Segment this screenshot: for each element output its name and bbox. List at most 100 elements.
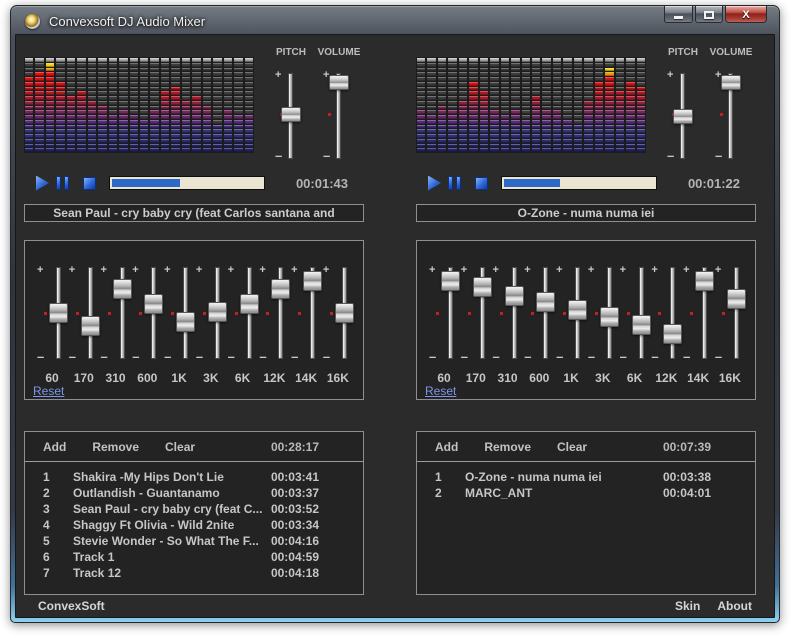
play-icon[interactable] bbox=[36, 176, 49, 191]
eq-reset-link[interactable]: Reset bbox=[33, 384, 64, 398]
eq-handle[interactable] bbox=[695, 271, 714, 291]
playlist-row[interactable]: 2MARC_ANT00:04:01 bbox=[435, 486, 711, 502]
eq-handle[interactable] bbox=[81, 316, 100, 336]
eq-slider-3k[interactable]: +– bbox=[588, 267, 618, 359]
volume-slider[interactable]: + – bbox=[321, 65, 357, 163]
pause-icon[interactable] bbox=[56, 176, 72, 190]
eq-slider-3k[interactable]: +– bbox=[196, 267, 226, 359]
clear-button[interactable]: Clear bbox=[557, 440, 587, 454]
eq-handle[interactable] bbox=[663, 324, 682, 344]
stop-icon[interactable] bbox=[83, 177, 96, 190]
eq-track[interactable] bbox=[734, 267, 739, 359]
eq-slider-16k[interactable]: +– bbox=[715, 267, 745, 359]
spectrum-segment bbox=[171, 106, 179, 110]
eq-handle[interactable] bbox=[113, 279, 132, 299]
eq-slider-170[interactable]: +– bbox=[69, 267, 99, 359]
spectrum-segment bbox=[490, 139, 498, 143]
eq-handle[interactable] bbox=[271, 279, 290, 299]
spectrum-segment bbox=[438, 125, 446, 129]
eq-slider-310[interactable]: +– bbox=[493, 267, 523, 359]
eq-handle[interactable] bbox=[727, 289, 746, 309]
eq-slider-60[interactable]: +– bbox=[37, 267, 67, 359]
eq-slider-6k[interactable]: +– bbox=[228, 267, 258, 359]
progress-bar[interactable] bbox=[109, 176, 265, 190]
eq-handle[interactable] bbox=[632, 315, 651, 335]
spectrum-segment bbox=[182, 58, 190, 62]
playlist-row[interactable]: 4Shaggy Ft Olivia - Wild 2nite00:03:34 bbox=[43, 518, 319, 534]
eq-slider-14k[interactable]: +– bbox=[683, 267, 713, 359]
spectrum-segment bbox=[25, 72, 33, 76]
eq-handle[interactable] bbox=[536, 292, 555, 312]
playlist-row[interactable]: 1Shakira -My Hips Don't Lie00:03:41 bbox=[43, 470, 319, 486]
eq-track[interactable] bbox=[543, 267, 548, 359]
eq-slider-12k[interactable]: +– bbox=[651, 267, 681, 359]
eq-handle[interactable] bbox=[505, 286, 524, 306]
eq-slider-600[interactable]: +– bbox=[524, 267, 554, 359]
eq-slider-60[interactable]: +– bbox=[429, 267, 459, 359]
skin-button[interactable]: Skin bbox=[675, 599, 700, 613]
spectrum-segment bbox=[88, 87, 96, 91]
close-button[interactable]: X bbox=[725, 6, 767, 23]
eq-handle[interactable] bbox=[208, 302, 227, 322]
minus-mark: – bbox=[164, 349, 171, 364]
spectrum-segment bbox=[140, 82, 148, 86]
playlist-row[interactable]: 6Track 100:04:59 bbox=[43, 550, 319, 566]
remove-button[interactable]: Remove bbox=[484, 440, 531, 454]
eq-handle[interactable] bbox=[600, 307, 619, 327]
eq-slider-170[interactable]: +– bbox=[461, 267, 491, 359]
about-button[interactable]: About bbox=[717, 599, 752, 613]
add-button[interactable]: Add bbox=[435, 440, 458, 454]
eq-handle[interactable] bbox=[441, 271, 460, 291]
pitch-slider[interactable]: + – bbox=[665, 65, 701, 163]
eq-handle[interactable] bbox=[176, 312, 195, 332]
spectrum-segment bbox=[182, 101, 190, 105]
remove-button[interactable]: Remove bbox=[92, 440, 139, 454]
eq-handle[interactable] bbox=[473, 277, 492, 297]
volume-slider[interactable]: + – bbox=[713, 65, 749, 163]
minimize-button[interactable] bbox=[664, 6, 693, 23]
stop-icon[interactable] bbox=[475, 177, 488, 190]
volume-handle[interactable] bbox=[329, 75, 349, 90]
progress-bar[interactable] bbox=[501, 176, 657, 190]
spectrum-segment bbox=[98, 120, 106, 124]
pitch-handle[interactable] bbox=[673, 109, 693, 124]
play-icon[interactable] bbox=[428, 176, 441, 191]
pitch-slider[interactable]: + – bbox=[273, 65, 309, 163]
eq-handle[interactable] bbox=[335, 303, 354, 323]
spectrum-segment bbox=[213, 77, 221, 81]
eq-handle[interactable] bbox=[568, 300, 587, 320]
pause-icon[interactable] bbox=[448, 176, 464, 190]
eq-track[interactable] bbox=[670, 267, 675, 359]
eq-slider-310[interactable]: +– bbox=[101, 267, 131, 359]
spectrum-segment bbox=[490, 115, 498, 119]
playlist-row[interactable]: 2Outlandish - Guantanamo00:03:37 bbox=[43, 486, 319, 502]
spectrum-segment bbox=[213, 125, 221, 129]
eq-handle[interactable] bbox=[49, 303, 68, 323]
eq-track[interactable] bbox=[639, 267, 644, 359]
eq-slider-12k[interactable]: +– bbox=[259, 267, 289, 359]
playlist-row[interactable]: 5Stevie Wonder - So What The F...00:04:1… bbox=[43, 534, 319, 550]
pitch-handle[interactable] bbox=[281, 107, 301, 122]
eq-handle[interactable] bbox=[144, 294, 163, 314]
add-button[interactable]: Add bbox=[43, 440, 66, 454]
volume-handle[interactable] bbox=[721, 75, 741, 90]
eq-slider-16k[interactable]: +– bbox=[323, 267, 353, 359]
playlist-row[interactable]: 1O-Zone - numa numa iei00:03:38 bbox=[435, 470, 711, 486]
playlist-row[interactable]: 3Sean Paul - cry baby cry (feat C...00:0… bbox=[43, 502, 319, 518]
eq-track[interactable] bbox=[512, 267, 517, 359]
eq-handle[interactable] bbox=[303, 271, 322, 291]
eq-slider-1k[interactable]: +– bbox=[164, 267, 194, 359]
eq-slider-1k[interactable]: +– bbox=[556, 267, 586, 359]
playlist-row[interactable]: 7Track 1200:04:18 bbox=[43, 566, 319, 582]
eq-slider-14k[interactable]: +– bbox=[291, 267, 321, 359]
eq-handle[interactable] bbox=[240, 294, 259, 314]
spectrum-segment bbox=[245, 82, 253, 86]
eq-track[interactable] bbox=[88, 267, 93, 359]
title-bar[interactable]: Convexsoft DJ Audio Mixer X bbox=[15, 6, 775, 34]
spectrum-segment bbox=[637, 134, 645, 138]
eq-slider-6k[interactable]: +– bbox=[620, 267, 650, 359]
maximize-button[interactable] bbox=[695, 6, 723, 23]
clear-button[interactable]: Clear bbox=[165, 440, 195, 454]
eq-slider-600[interactable]: +– bbox=[132, 267, 162, 359]
eq-reset-link[interactable]: Reset bbox=[425, 384, 456, 398]
